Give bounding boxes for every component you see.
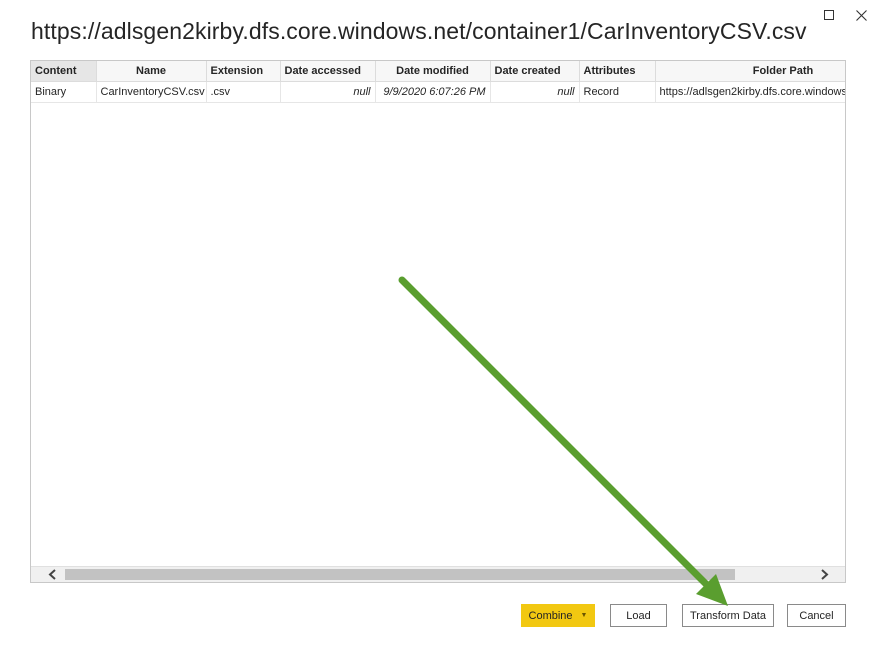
cancel-button[interactable]: Cancel [787, 604, 846, 627]
column-header-name[interactable]: Name [96, 61, 207, 82]
column-header-attributes[interactable]: Attributes [579, 61, 656, 82]
chevron-right-icon [820, 569, 828, 580]
transform-data-button[interactable]: Transform Data [682, 604, 774, 627]
table-row: Binary CarInventoryCSV.csv .csv null 9/9… [31, 81, 845, 103]
column-header-folder-path[interactable]: Folder Path [655, 61, 845, 82]
load-button[interactable]: Load [610, 604, 667, 627]
column-header-date-created[interactable]: Date created [490, 61, 580, 82]
cell-date-accessed: null [280, 81, 376, 103]
column-header-extension[interactable]: Extension [206, 61, 281, 82]
scroll-right-button[interactable] [813, 567, 835, 582]
maximize-button[interactable] [818, 6, 840, 24]
column-header-date-accessed[interactable]: Date accessed [280, 61, 376, 82]
cell-content[interactable]: Binary [31, 81, 97, 103]
preview-table: Content Name Extension Date accessed Dat… [31, 61, 845, 103]
cell-name: CarInventoryCSV.csv [96, 81, 207, 103]
close-icon [855, 9, 867, 21]
dialog-title: https://adlsgen2kirby.dfs.core.windows.n… [31, 18, 807, 44]
maximize-icon [824, 10, 834, 20]
caret-down-icon: ▼ [580, 612, 588, 619]
chevron-left-icon [48, 569, 56, 580]
combine-label: Combine [528, 609, 573, 622]
cell-folder-path: https://adlsgen2kirby.dfs.core.windows.n… [655, 81, 845, 103]
close-button[interactable] [850, 6, 872, 24]
scrollbar-thumb[interactable] [65, 569, 735, 580]
horizontal-scrollbar[interactable] [31, 566, 845, 582]
cell-date-created: null [490, 81, 580, 103]
cell-attributes[interactable]: Record [579, 81, 656, 103]
table-header-row: Content Name Extension Date accessed Dat… [31, 61, 845, 82]
scroll-left-button[interactable] [41, 567, 63, 582]
data-preview-grid: Content Name Extension Date accessed Dat… [30, 60, 846, 583]
cell-extension: .csv [206, 81, 281, 103]
cell-date-modified: 9/9/2020 6:07:26 PM [375, 81, 491, 103]
column-header-date-modified[interactable]: Date modified [375, 61, 491, 82]
combine-button[interactable]: Combine ▼ [521, 604, 595, 627]
column-header-content[interactable]: Content [31, 61, 97, 82]
